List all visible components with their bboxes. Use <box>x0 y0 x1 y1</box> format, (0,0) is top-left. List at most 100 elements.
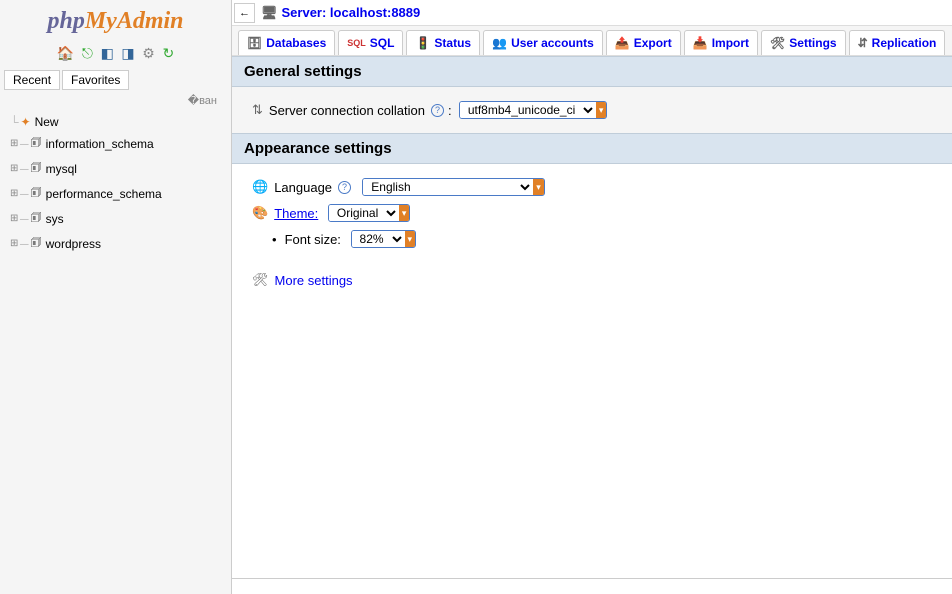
sql-icon: SQL <box>347 38 366 48</box>
content: General settings ⇅ Server connection col… <box>232 56 952 594</box>
expand-icon[interactable]: ⊞ <box>10 188 20 199</box>
tab-import[interactable]: 📥 Import <box>684 30 758 55</box>
collapse-sidebar-button[interactable]: ← <box>234 3 255 23</box>
theme-icon: 🎨 <box>252 205 268 221</box>
help-icon[interactable]: ? <box>338 181 351 194</box>
expand-icon[interactable]: ⊞ <box>10 213 20 224</box>
tab-settings[interactable]: 🛠Settings <box>761 30 846 55</box>
tab-replication[interactable]: ⇵Replication <box>849 30 946 55</box>
appearance-settings-header: Appearance settings <box>232 133 952 164</box>
chevron-down-icon: ▾ <box>405 230 416 248</box>
nav-label: Settings <box>789 36 836 50</box>
tree-item-db[interactable]: ⊞ ─ 🗊 mysql <box>4 156 227 181</box>
collation-row: ⇅ Server connection collation ? : utf8mb… <box>252 97 932 123</box>
tree-line: ─ <box>20 137 29 151</box>
nav-label: User accounts <box>511 36 594 50</box>
wrench-icon: 🛠 <box>252 272 269 288</box>
tree-item-db[interactable]: ⊞ ─ 🗊 information_schema <box>4 131 227 156</box>
nav-label: Export <box>634 36 672 50</box>
collation-label: Server connection collation <box>269 103 425 118</box>
tree-item-db[interactable]: ⊞ ─ 🗊 sys <box>4 206 227 231</box>
server-label-text: Server: localhost:8889 <box>282 5 421 20</box>
theme-select[interactable]: Original ▾ <box>328 204 411 222</box>
divider <box>232 578 952 579</box>
tree-item-db[interactable]: ⊞ ─ 🗊 wordpress <box>4 231 227 256</box>
language-label: Language <box>274 180 332 195</box>
language-icon: 🌐 <box>252 179 268 195</box>
fontsize-label: Font size: <box>285 232 341 247</box>
tree-db-label: information_schema <box>46 137 154 151</box>
general-settings-header: General settings <box>232 56 952 87</box>
colon: : <box>448 103 459 118</box>
tree-db-label: wordpress <box>46 237 101 251</box>
tree-line: ─ <box>20 187 29 201</box>
tree-new-label: New <box>35 115 59 129</box>
tab-sql[interactable]: SQL SQL <box>338 30 403 55</box>
nav-label: Replication <box>872 36 937 50</box>
nav-label: SQL <box>370 36 395 50</box>
tab-favorites[interactable]: Favorites <box>62 70 129 90</box>
expand-icon[interactable]: ⊞ <box>10 138 20 149</box>
top-bar: ← 🖥 Server: localhost:8889 <box>232 0 952 26</box>
help-icon[interactable]: ? <box>431 104 444 117</box>
export-icon: 📤 <box>615 36 630 50</box>
database-icon: 🗊 <box>31 183 42 204</box>
logo-my: My <box>85 8 117 34</box>
tree-line: ─ <box>20 237 29 251</box>
tree-item-db[interactable]: ⊞ ─ 🗊 performance_schema <box>4 181 227 206</box>
tab-user-accounts[interactable]: 👥 User accounts <box>483 30 603 55</box>
tab-export[interactable]: 📤 Export <box>606 30 681 55</box>
general-settings-body: ⇅ Server connection collation ? : utf8mb… <box>232 87 952 133</box>
tab-status[interactable]: 🚦 Status <box>406 30 480 55</box>
chevron-down-icon: ▾ <box>399 204 410 222</box>
exit-icon[interactable]: ⎋ <box>82 45 93 61</box>
tree-line: ─ <box>20 212 29 226</box>
theme-row: 🎨 Theme: Original ▾ <box>252 200 932 226</box>
reload-icon[interactable]: ↻ <box>162 45 174 61</box>
expand-icon[interactable]: ⊞ <box>10 238 20 249</box>
database-icon: 🗊 <box>31 208 42 229</box>
language-row: 🌐 Language ? English ▾ <box>252 174 932 200</box>
collation-icon: ⇅ <box>252 102 263 118</box>
chevron-down-icon: ▾ <box>533 178 544 196</box>
database-icon: 🗊 <box>31 133 42 154</box>
import-icon: 📥 <box>693 36 708 50</box>
tree-db-label: mysql <box>46 162 77 176</box>
language-select[interactable]: English ▾ <box>362 178 545 196</box>
fontsize-row: Font size: 82% ▾ <box>252 226 932 252</box>
gear-icon[interactable]: ⚙ <box>142 45 155 61</box>
more-settings-row: 🛠 More settings <box>232 262 952 298</box>
db-tree: └ ✦ New ⊞ ─ 🗊 information_schema ⊞ ─ 🗊 m… <box>4 111 227 590</box>
collation-select[interactable]: utf8mb4_unicode_ci ▾ <box>459 101 608 119</box>
tree-item-new[interactable]: └ ✦ New <box>4 113 227 131</box>
sidebar-toolbar: 🏠 ⎋ ◧ ◨ ⚙ ↻ <box>4 41 227 66</box>
users-icon: 👥 <box>492 36 507 50</box>
logo-php: php <box>47 8 84 34</box>
logo-admin: Admin <box>117 8 184 34</box>
database-icon: 🗊 <box>31 233 42 254</box>
tree-db-label: performance_schema <box>46 187 162 201</box>
tree-line: └ <box>10 115 19 129</box>
breadcrumb[interactable]: 🖥 Server: localhost:8889 <box>261 5 420 21</box>
docs-icon[interactable]: ◨ <box>121 45 134 61</box>
home-icon[interactable]: 🏠 <box>57 45 74 61</box>
nav-tabs: 🗄Databases SQL SQL 🚦 Status 👥 User accounts… <box>232 26 952 56</box>
more-settings-link[interactable]: More settings <box>275 273 353 288</box>
status-icon: 🚦 <box>415 36 430 50</box>
nav-label: Status <box>434 36 471 50</box>
sql-icon[interactable]: ◧ <box>101 45 114 61</box>
sidebar-tabs: Recent Favorites <box>4 66 227 92</box>
server-icon: 🖥 <box>261 5 278 21</box>
tree-db-label: sys <box>46 212 64 226</box>
collapse-link-icon[interactable]: �ван <box>4 92 227 111</box>
database-icon: 🗊 <box>31 158 42 179</box>
nav-label: Import <box>712 36 749 50</box>
logo[interactable]: phpMyAdmin <box>4 4 227 41</box>
appearance-settings-body: 🌐 Language ? English ▾ 🎨 Theme: Original <box>232 164 952 262</box>
fontsize-select[interactable]: 82% ▾ <box>351 230 417 248</box>
theme-link[interactable]: Theme: <box>274 206 318 221</box>
tab-recent[interactable]: Recent <box>4 70 60 90</box>
expand-icon[interactable]: ⊞ <box>10 163 20 174</box>
databases-icon: 🗄 <box>247 36 262 50</box>
tab-databases[interactable]: 🗄Databases <box>238 30 335 55</box>
